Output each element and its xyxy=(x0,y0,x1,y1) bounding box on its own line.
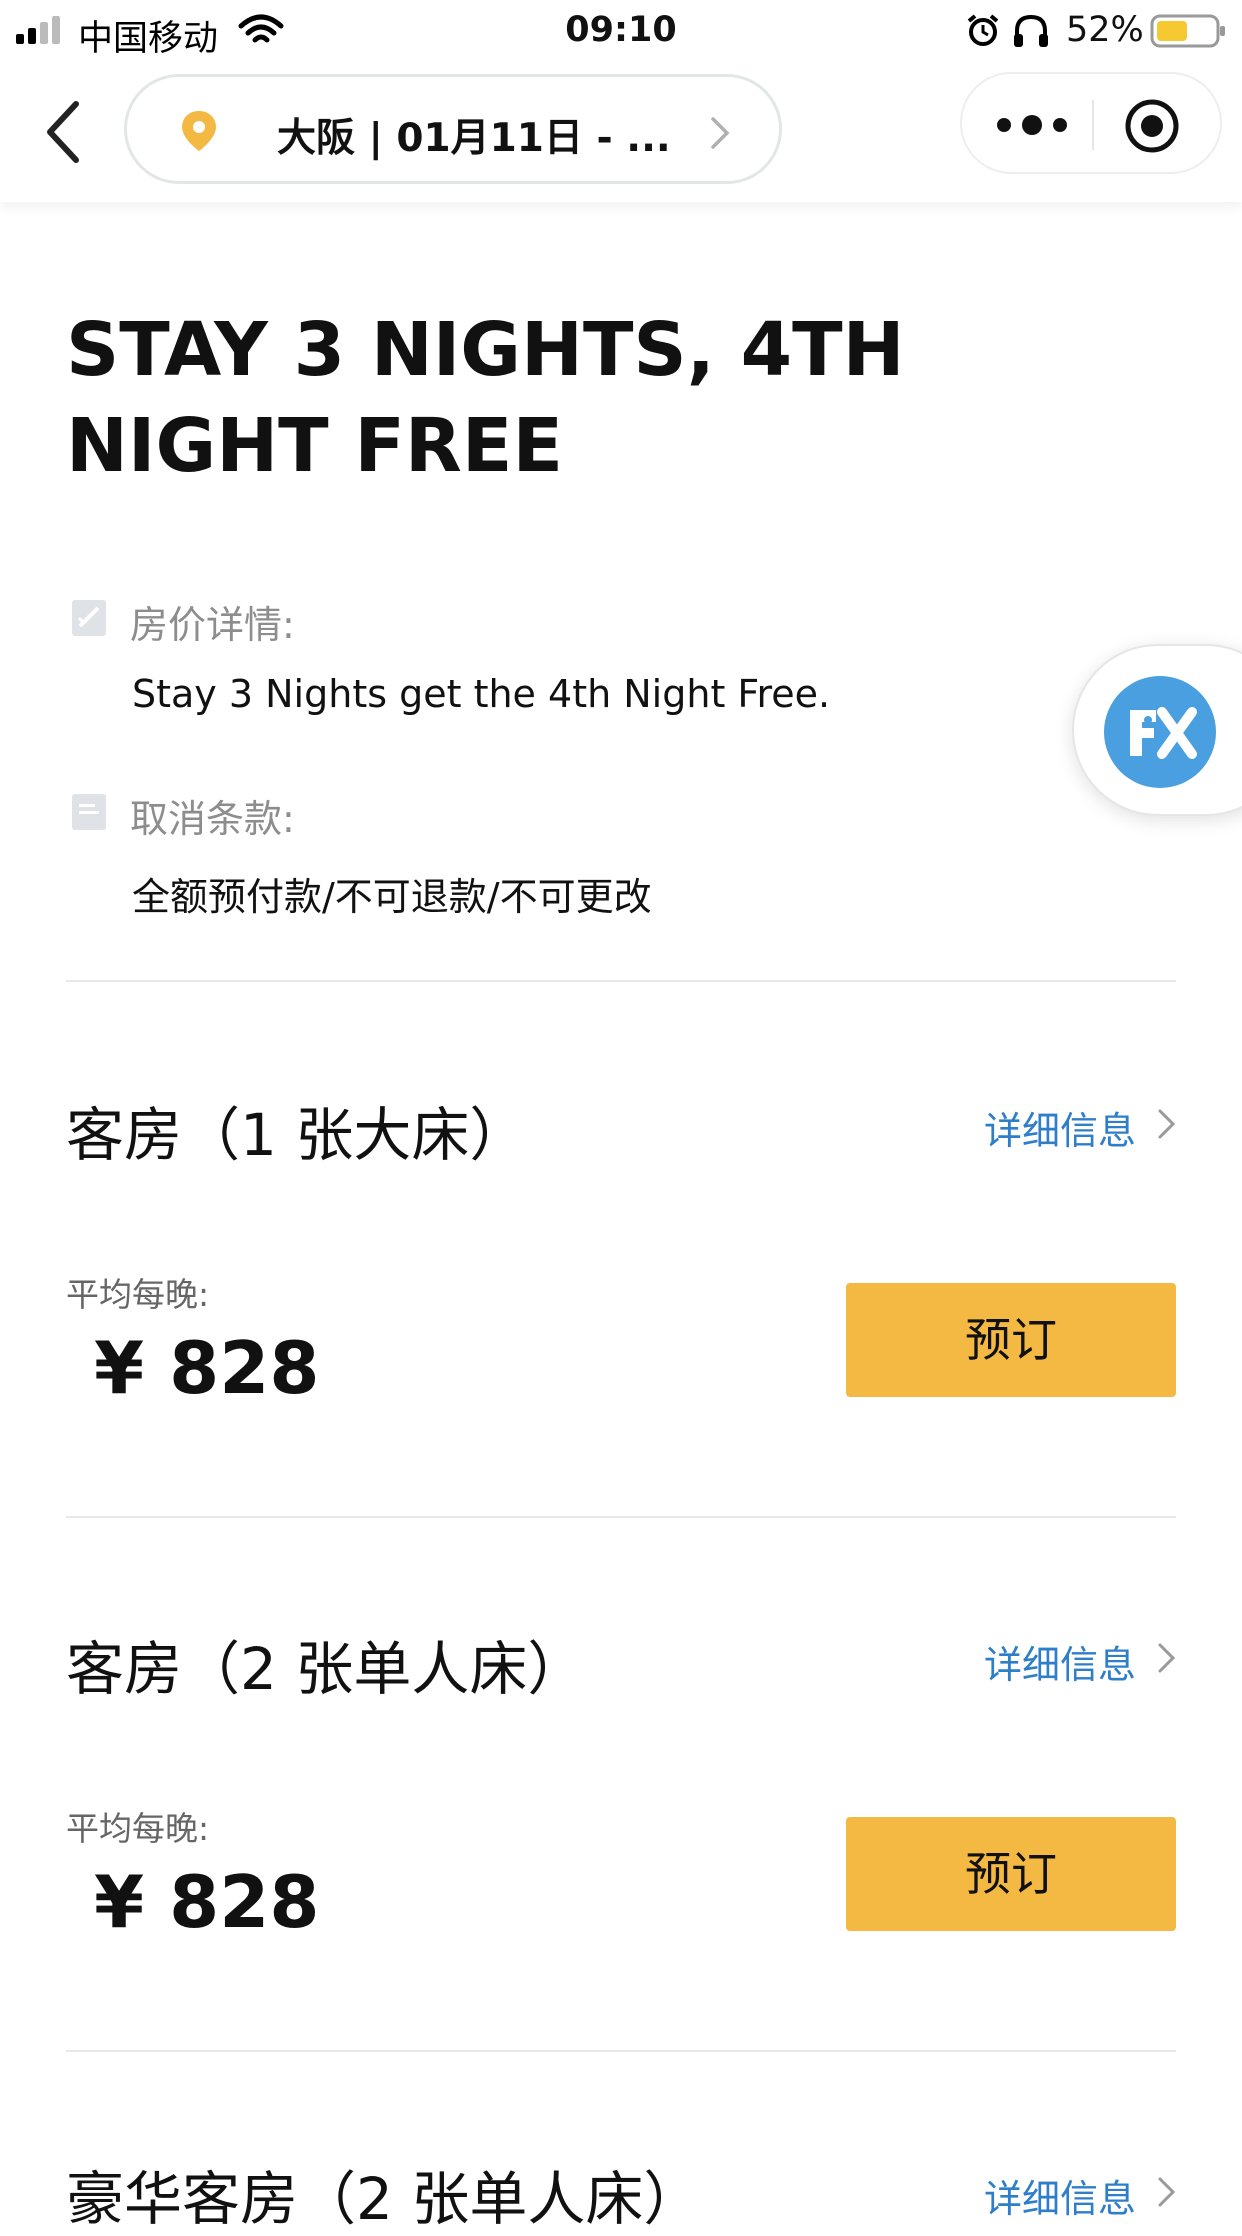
cancel-policy-label: 取消条款: xyxy=(130,797,295,841)
room-detail-link[interactable]: 详细信息 xyxy=(984,1634,1136,1689)
chevron-right-icon xyxy=(1158,2177,1176,2207)
price-details-icon xyxy=(72,600,106,636)
chevron-right-icon xyxy=(1158,1643,1176,1673)
room-name: 豪华客房（2 张单人床） xyxy=(66,2165,702,2233)
fx-icon xyxy=(1104,676,1216,788)
location-date-selector[interactable]: 大阪 | 01月11日 - ... xyxy=(124,74,782,184)
more-button[interactable] xyxy=(992,100,1072,150)
map-pin-icon xyxy=(182,111,216,151)
headphones-icon xyxy=(1014,14,1048,47)
nav-bar: 大阪 | 01月11日 - ... xyxy=(0,62,1242,202)
room-detail-link[interactable]: 详细信息 xyxy=(984,2168,1136,2223)
avg-per-night-label: 平均每晚: xyxy=(66,1809,210,1848)
cancel-policy-text: 全额预付款/不可退款/不可更改 xyxy=(132,875,652,919)
chevron-right-icon xyxy=(711,117,730,149)
book-button[interactable]: 预订 xyxy=(846,1283,1176,1397)
offer-title: STAY 3 NIGHTS, 4TH NIGHT FREE xyxy=(66,307,905,489)
divider xyxy=(66,1516,1176,1518)
miniprogram-capsule xyxy=(960,72,1222,174)
target-icon xyxy=(1125,99,1179,153)
alarm-icon xyxy=(967,14,999,46)
cancel-policy-icon xyxy=(72,794,106,830)
battery-percent: 52% xyxy=(1066,10,1144,50)
price-details-text: Stay 3 Nights get the 4th Night Free. xyxy=(132,672,831,716)
room-price: ¥ 828 xyxy=(94,1860,320,1944)
location-date-text: 大阪 | 01月11日 - ... xyxy=(277,116,671,161)
divider xyxy=(66,2050,1176,2052)
clock: 09:10 xyxy=(565,10,677,50)
floating-assistant-button[interactable] xyxy=(1072,644,1242,816)
chevron-left-icon xyxy=(47,101,79,163)
battery-icon xyxy=(1150,14,1225,48)
room-price: ¥ 828 xyxy=(94,1326,320,1410)
price-details-label: 房价详情: xyxy=(130,603,295,647)
room-name: 客房（1 张大床） xyxy=(66,1101,528,1169)
room-name: 客房（2 张单人床） xyxy=(66,1635,586,1703)
capsule-divider xyxy=(1092,100,1094,150)
avg-per-night-label: 平均每晚: xyxy=(66,1275,210,1314)
status-bar: 中国移动 09:10 52% xyxy=(0,0,1242,60)
chevron-right-icon xyxy=(1158,1109,1176,1139)
divider xyxy=(66,980,1176,982)
more-dots-icon xyxy=(997,115,1067,135)
room-detail-link[interactable]: 详细信息 xyxy=(984,1100,1136,1155)
back-button[interactable] xyxy=(36,92,96,172)
close-miniprogram-button[interactable] xyxy=(1122,96,1182,156)
book-button[interactable]: 预订 xyxy=(846,1817,1176,1931)
